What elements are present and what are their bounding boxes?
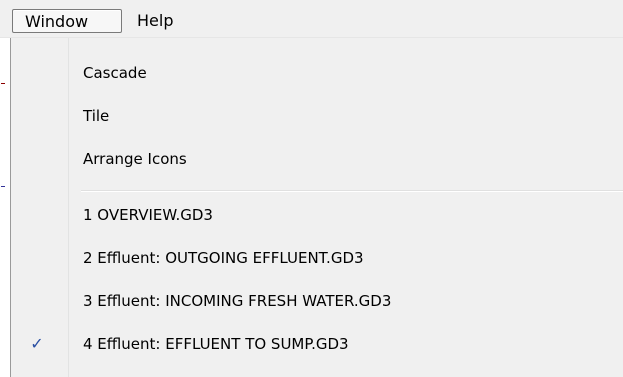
menu-item-label: 2 Effluent: OUTGOING EFFLUENT.GD3 xyxy=(83,249,364,267)
menu-item-tile[interactable]: Tile xyxy=(13,97,621,135)
menu-item-arrange-icons[interactable]: Arrange Icons xyxy=(13,140,621,178)
menu-item-label: 3 Effluent: INCOMING FRESH WATER.GD3 xyxy=(83,292,392,310)
background-mark xyxy=(1,186,5,187)
menu-help-label: Help xyxy=(137,11,174,30)
background-window-edge xyxy=(0,38,10,377)
menu-item-window-3[interactable]: 3 Effluent: INCOMING FRESH WATER.GD3 xyxy=(13,282,621,320)
menu-item-label: Arrange Icons xyxy=(83,150,187,168)
checkmark-icon: ✓ xyxy=(30,334,44,353)
menu-item-label: Tile xyxy=(83,107,110,125)
menu-help[interactable]: Help xyxy=(137,9,197,33)
menu-window[interactable]: Window xyxy=(12,9,122,33)
menu-item-cascade[interactable]: Cascade xyxy=(13,54,621,92)
menu-item-label: 4 Effluent: EFFLUENT TO SUMP.GD3 xyxy=(83,335,349,353)
menu-separator-highlight xyxy=(81,191,623,192)
menu-window-label: Window xyxy=(25,12,89,31)
background-mark xyxy=(1,83,5,84)
menu-item-label: 1 OVERVIEW.GD3 xyxy=(83,206,213,224)
menu-item-window-2[interactable]: 2 Effluent: OUTGOING EFFLUENT.GD3 xyxy=(13,239,621,277)
menu-item-window-1[interactable]: 1 OVERVIEW.GD3 xyxy=(13,196,621,234)
menu-item-window-4[interactable]: ✓ 4 Effluent: EFFLUENT TO SUMP.GD3 xyxy=(13,325,621,363)
window-menu-dropdown: Cascade Tile Arrange Icons 1 OVERVIEW.GD… xyxy=(10,38,623,377)
menu-bar: Window Help xyxy=(0,0,623,38)
menu-item-label: Cascade xyxy=(83,64,147,82)
